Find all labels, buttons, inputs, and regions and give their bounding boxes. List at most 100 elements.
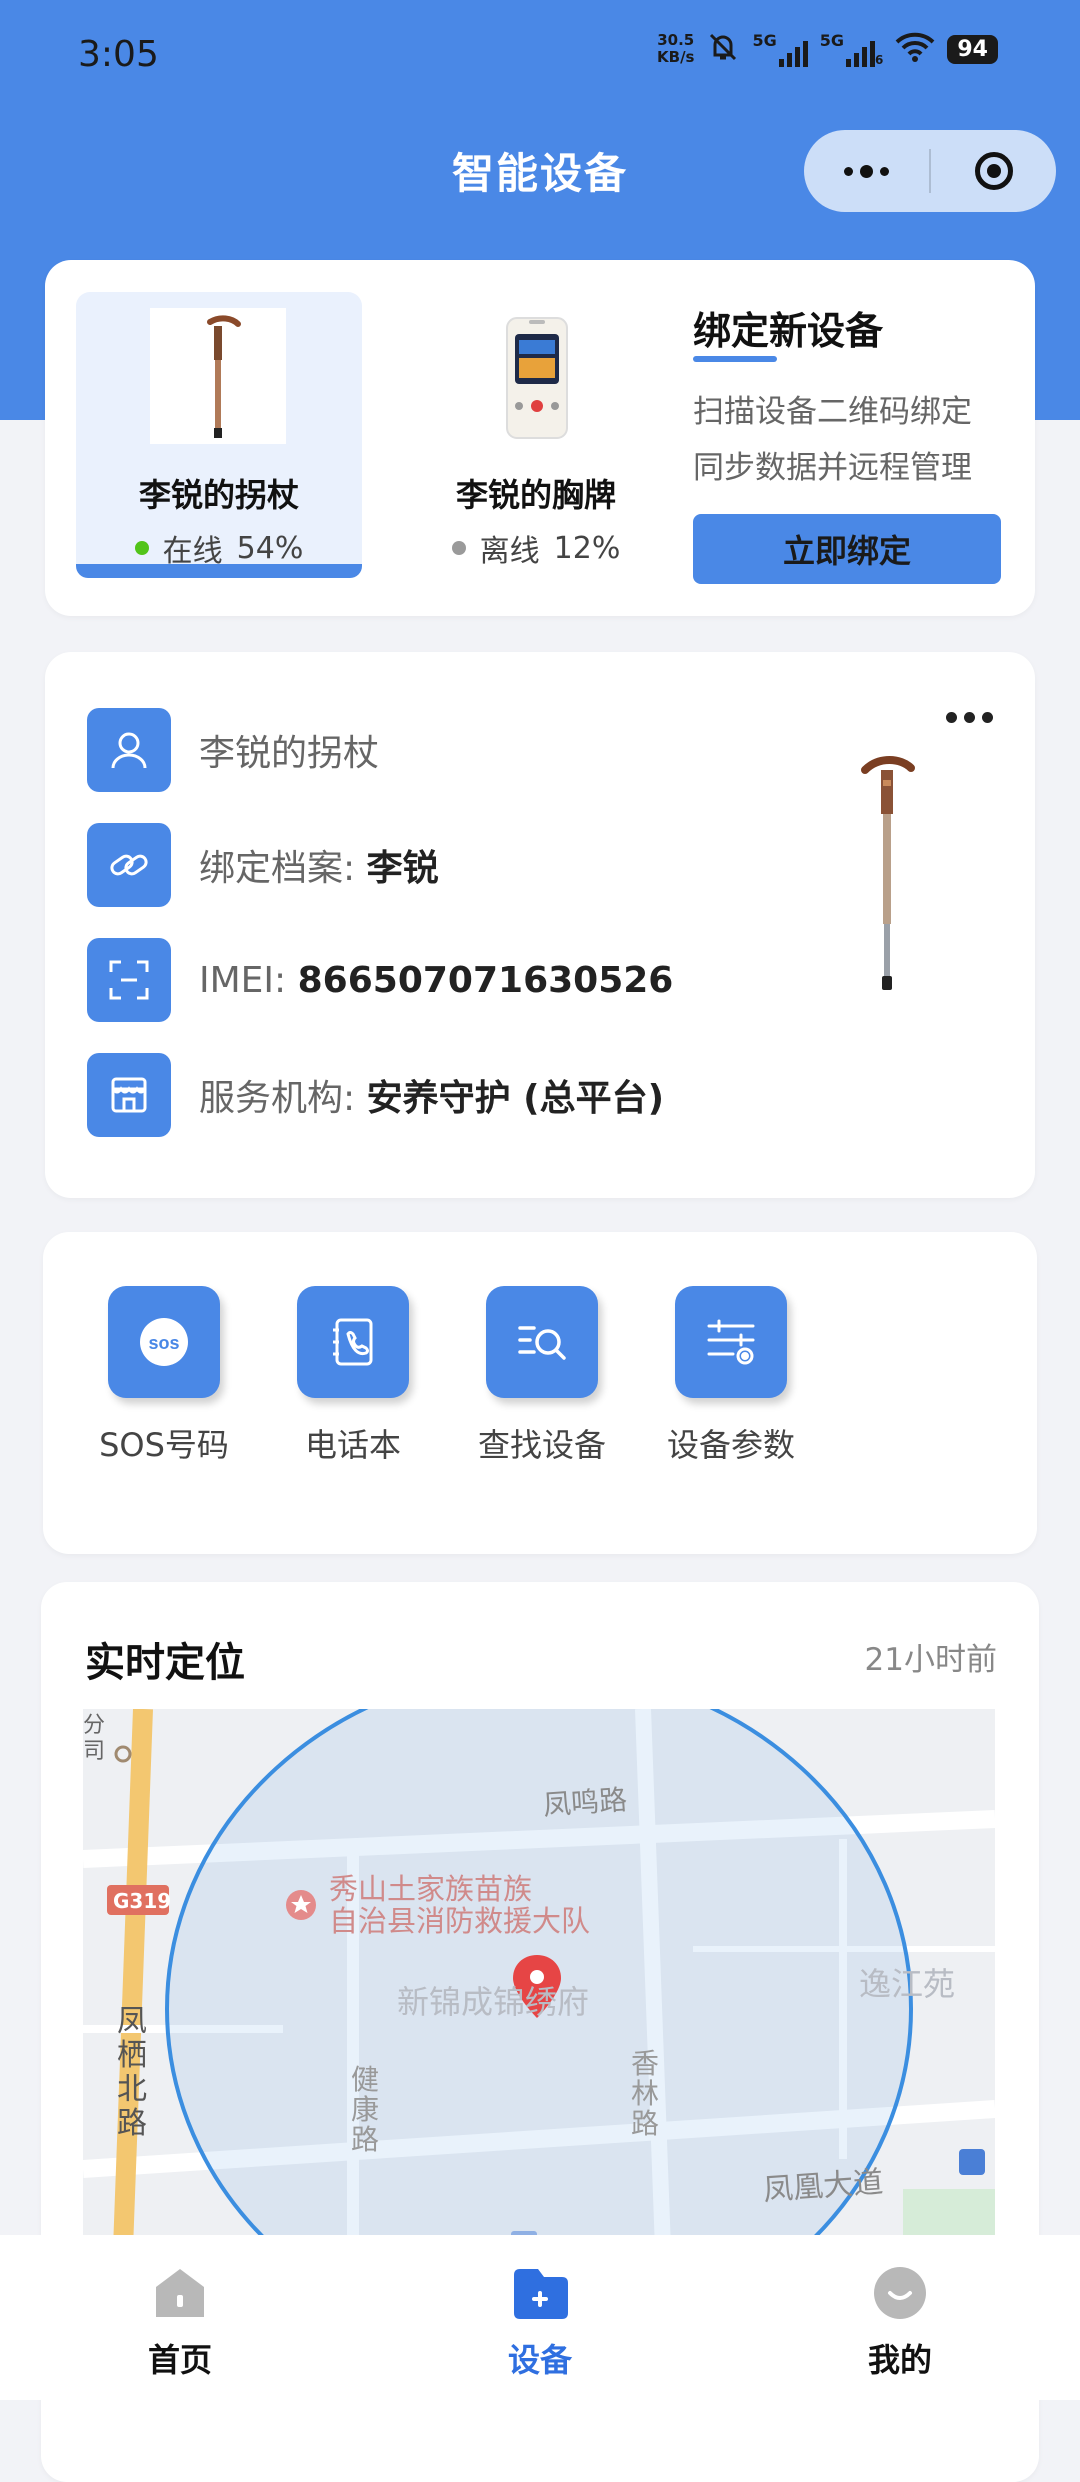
nav-home-label: 首页 [147,2341,212,2379]
profile-text: 绑定档案: 李锐 [199,839,439,891]
device-selector-card: 李锐的拐杖 在线 54% 李锐的胸牌 离线 12% 绑定新设备 扫描设备二维码绑… [45,260,1035,616]
signal-1-label: 5G [752,31,777,50]
function-device-settings[interactable]: 设备参数 [651,1286,811,1466]
info-row-profile: 绑定档案: 李锐 [87,823,439,907]
org-label: 服务机构: [199,1078,356,1119]
net-speed: 30.5 KB/s [657,32,694,66]
info-row-org: 服务机构: 安养守护 (总平台) [87,1053,664,1137]
profile-smile-icon [820,2265,980,2325]
map-label-fengqi: 凤栖北路 [117,2004,147,2141]
org-text: 服务机构: 安养守护 (总平台) [199,1069,664,1121]
nav-mine-label: 我的 [867,2341,932,2379]
bind-desc-line1: 扫描设备二维码绑定 [693,394,972,430]
device-status: 离线 12% [393,526,679,570]
map-label-poi-fire-line2: 自治县消防救援大队 [329,1904,591,1938]
device-status: 在线 54% [76,526,362,570]
map-label-fenghuang: 凤凰大道 [762,2164,885,2209]
phonebook-icon [297,1286,409,1398]
imei-value: 866507071630526 [297,959,674,1001]
function-phonebook[interactable]: 电话本 [273,1286,433,1466]
map-label-xianglin: 香林路 [631,2047,660,2140]
device-info-name: 李锐的拐杖 [199,733,380,774]
device-tab-cane[interactable]: 李锐的拐杖 在线 54% [76,292,362,578]
map-label-poi-fire-line1: 秀山土家族苗族 [329,1872,533,1906]
map-label-edge: 分 司 [83,1713,106,1765]
bind-description: 扫描设备二维码绑定 同步数据并远程管理 [693,384,972,496]
bind-new-title: 绑定新设备 [693,309,884,353]
device-battery: 12% [553,530,621,566]
nav-home[interactable]: 首页 [100,2265,260,2381]
map-label-poi-xinjin: 新锦成锦绣府 [397,1983,590,2021]
imei-label: IMEI: [199,959,287,1001]
device-name: 李锐的胸牌 [455,476,616,514]
bind-now-button[interactable]: 立即绑定 [693,514,1001,584]
signal-icon-2: 5G 6 [819,31,884,67]
function-find-device[interactable]: 查找设备 [462,1286,622,1466]
location-title: 实时定位 [85,1640,245,1686]
close-capsule-button[interactable] [931,130,1056,212]
info-row-name: 李锐的拐杖 [87,708,379,792]
scan-icon [87,938,171,1022]
signal-icon-1: 5G [752,31,808,67]
nav-device-label: 设备 [507,2341,572,2379]
cane-image [853,752,923,992]
device-status-text: 离线 [479,534,540,569]
device-folder-icon [460,2265,620,2325]
nav-mine[interactable]: 我的 [820,2265,980,2381]
battery-indicator: 94 [947,34,998,64]
cane-thumbnail [150,308,286,444]
svg-text:sos: sos [148,1333,179,1353]
bind-desc-line2: 同步数据并远程管理 [693,450,972,486]
map-label-road: 凤鸣路 [542,1783,629,1822]
target-icon [974,152,1013,190]
map-label-edge-line2: 司 [83,1739,106,1764]
online-dot [134,541,149,555]
net-speed-value: 30.5 [657,31,695,49]
signal-2-label: 5G [819,31,845,50]
profile-value: 李锐 [366,848,439,889]
mute-bell-icon [706,30,740,68]
map-label-jiankang: 健康路 [351,2063,380,2156]
sos-icon: sos [108,1286,220,1398]
link-icon [87,823,171,907]
function-label: 查找设备 [477,1426,606,1464]
device-name: 李锐的拐杖 [138,476,299,514]
store-icon [87,1053,171,1137]
device-battery: 54% [236,530,304,566]
function-label: SOS号码 [99,1426,229,1464]
function-label: 设备参数 [666,1426,795,1464]
home-icon [100,2265,260,2325]
bind-title-underline [693,356,777,362]
net-speed-unit: KB/s [657,48,695,66]
status-icons: 30.5 KB/s 5G 5G 6 94 [657,30,998,68]
bottom-navigation: 首页 设备 我的 [0,2235,1080,2400]
map-label-g319: G319 [113,1889,172,1913]
find-device-icon [486,1286,598,1398]
user-icon [87,708,171,792]
device-info-card: 李锐的拐杖 绑定档案: 李锐 IMEI: 866507071630526 服务机… [45,652,1035,1198]
nav-device[interactable]: 设备 [460,2265,620,2381]
device-tab-badge[interactable]: 李锐的胸牌 离线 12% [393,292,679,578]
offline-dot [451,541,466,555]
profile-label: 绑定档案: [199,848,356,889]
org-value: 安养守护 (总平台) [366,1078,665,1119]
more-menu-button[interactable] [804,130,929,212]
device-status-text: 在线 [162,534,223,569]
mini-program-capsule [804,130,1056,212]
function-sos[interactable]: sos SOS号码 [84,1286,244,1466]
signal-2-sub: 6 [875,53,884,67]
status-time: 3:05 [78,34,159,75]
location-updated-time: 21小时前 [864,1642,997,1678]
map-label-edge-line1: 分 [83,1713,106,1738]
function-label: 电话本 [304,1426,401,1464]
location-map[interactable]: 凤鸣路 秀山土家族苗族 自治县消防救援大队 新锦成锦绣府 逸江苑 G319 凤栖… [83,1709,995,2249]
map-label-poi-fire: 秀山土家族苗族 自治县消防救援大队 [329,1873,590,1937]
more-options-button[interactable] [946,712,993,723]
more-horizontal-icon [946,712,993,723]
wifi-icon [895,31,935,67]
info-row-imei: IMEI: 866507071630526 [87,938,673,1022]
function-card: sos SOS号码 电话本 查找设备 设备参数 [43,1232,1037,1554]
badge-thumbnail [467,308,603,444]
status-bar: 3:05 30.5 KB/s 5G 5G 6 94 [0,0,1080,120]
imei-text: IMEI: 866507071630526 [199,960,673,1001]
